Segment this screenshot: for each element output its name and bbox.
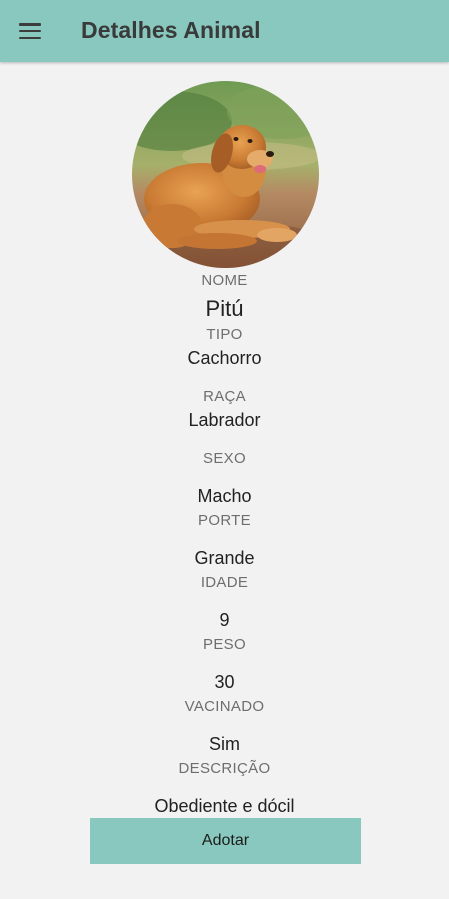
- animal-photo: [132, 81, 319, 268]
- nome-value: Pitú: [205, 296, 244, 321]
- dog-photo-image: [132, 81, 319, 268]
- hamburger-menu-icon: [19, 23, 41, 39]
- descricao-value: Obediente e dócil: [154, 796, 295, 816]
- sexo-value: Macho: [197, 486, 252, 506]
- idade-value: 9: [219, 610, 230, 630]
- tipo-label: TIPO: [206, 326, 243, 343]
- raca-label: RAÇA: [203, 388, 246, 405]
- page-title: Detalhes Animal: [81, 17, 261, 43]
- peso-value: 30: [214, 672, 235, 692]
- tipo-value: Cachorro: [187, 348, 262, 368]
- app-bar: Detalhes Animal: [0, 0, 449, 62]
- menu-button[interactable]: [10, 11, 50, 51]
- peso-label: PESO: [203, 636, 246, 653]
- vacinado-label: VACINADO: [184, 698, 265, 715]
- porte-value: Grande: [194, 548, 255, 568]
- adopt-button[interactable]: Adotar: [90, 818, 361, 864]
- idade-label: IDADE: [200, 574, 249, 591]
- nome-label: NOME: [201, 272, 248, 289]
- sexo-label: SEXO: [203, 450, 246, 467]
- porte-label: PORTE: [198, 512, 251, 529]
- vacinado-value: Sim: [209, 734, 240, 754]
- descricao-label: DESCRIÇÃO: [178, 760, 271, 777]
- raca-value: Labrador: [188, 410, 261, 430]
